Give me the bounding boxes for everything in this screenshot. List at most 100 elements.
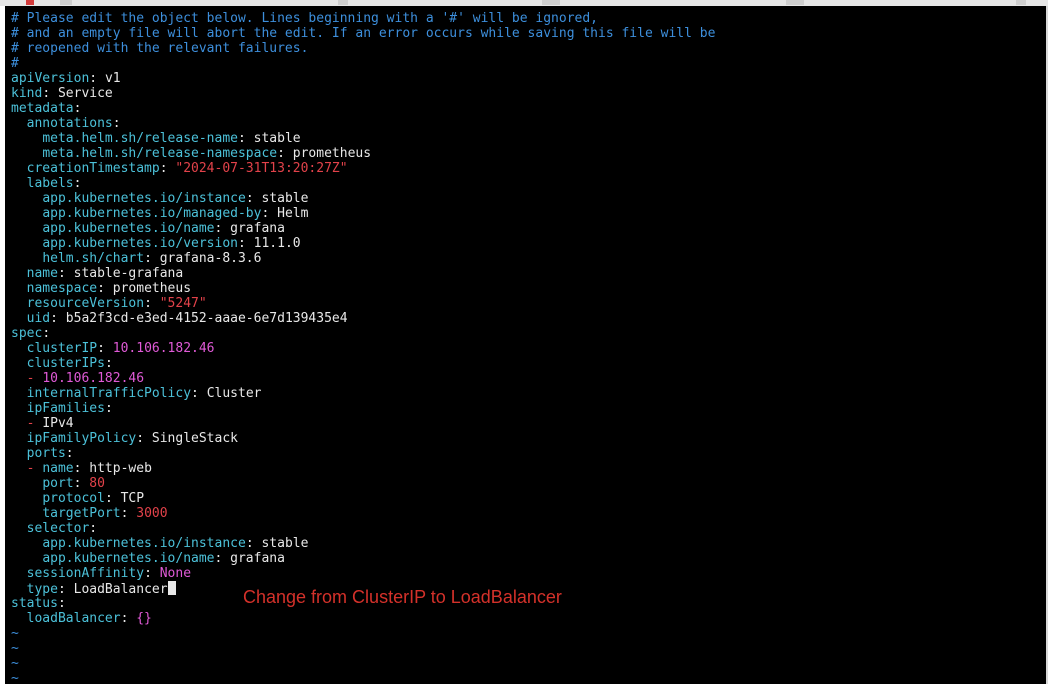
yaml-colon: : <box>214 551 223 566</box>
yaml-value: Cluster <box>206 386 262 401</box>
yaml-colon: : <box>112 116 121 131</box>
text-cursor <box>167 581 176 595</box>
yaml-key: app.kubernetes.io/version <box>42 236 238 251</box>
yaml-line: meta.helm.sh/release-namespace: promethe… <box>11 146 715 161</box>
tilde-marker: ~ <box>11 641 19 656</box>
list-dash: - <box>26 371 43 386</box>
yaml-colon: : <box>159 161 168 176</box>
yaml-value: SingleStack <box>151 431 238 446</box>
yaml-line: namespace: prometheus <box>11 281 715 296</box>
yaml-value: Helm <box>277 206 309 221</box>
yaml-colon: : <box>214 221 223 236</box>
yaml-colon: : <box>237 236 246 251</box>
yaml-colon: : <box>191 386 199 401</box>
yaml-line: app.kubernetes.io/managed-by: Helm <box>11 206 715 221</box>
empty-buffer-line: ~ <box>11 656 715 671</box>
yaml-key: clusterIPs <box>26 356 105 371</box>
tab-edge <box>542 0 560 5</box>
yaml-colon: : <box>73 476 82 491</box>
yaml-line: meta.helm.sh/release-name: stable <box>11 131 715 146</box>
vim-editor-buffer[interactable]: # Please edit the object below. Lines be… <box>11 11 715 684</box>
yaml-line: app.kubernetes.io/instance: stable <box>11 536 715 551</box>
yaml-key: app.kubernetes.io/instance <box>42 191 246 206</box>
yaml-key: namespace <box>26 281 98 296</box>
yaml-colon: : <box>144 566 152 581</box>
yaml-value: grafana-8.3.6 <box>159 251 262 266</box>
yaml-line: - 10.106.182.46 <box>11 371 715 386</box>
yaml-value: stable <box>261 191 309 206</box>
comment-line: # reopened with the relevant failures. <box>11 41 715 56</box>
empty-buffer-line: ~ <box>11 671 715 684</box>
yaml-colon: : <box>73 461 82 476</box>
empty-buffer-line: ~ <box>11 641 715 656</box>
yaml-value: grafana <box>230 221 285 236</box>
yaml-colon: : <box>120 506 129 521</box>
yaml-value: stable <box>261 536 309 551</box>
list-dash: - <box>26 416 43 431</box>
yaml-colon: : <box>73 101 82 116</box>
yaml-value: stable <box>253 131 301 146</box>
comment-line: # Please edit the object below. Lines be… <box>11 11 715 26</box>
yaml-line: app.kubernetes.io/instance: stable <box>11 191 715 206</box>
tab-edge <box>786 0 804 5</box>
yaml-line: ipFamilies: <box>11 401 715 416</box>
yaml-colon: : <box>261 206 270 221</box>
yaml-key: meta.helm.sh/release-namespace <box>42 146 278 161</box>
yaml-colon: : <box>104 491 113 506</box>
yaml-colon: : <box>89 71 98 86</box>
yaml-line: clusterIPs: <box>11 356 715 371</box>
yaml-line: sessionAffinity: None <box>11 566 715 581</box>
tab-edge <box>338 0 348 5</box>
yaml-value: 3000 <box>136 506 168 521</box>
yaml-value: prometheus <box>292 146 372 161</box>
yaml-key: name <box>42 461 74 476</box>
yaml-value: Service <box>57 86 113 101</box>
tilde-marker: ~ <box>11 626 19 641</box>
yaml-colon: : <box>50 311 58 326</box>
yaml-colon: : <box>144 251 152 266</box>
yaml-line: apiVersion: v1 <box>11 71 715 86</box>
yaml-value: "2024-07-31T13:20:27Z" <box>175 161 348 176</box>
yaml-line: loadBalancer: {} <box>11 611 715 626</box>
yaml-key: meta.helm.sh/release-name <box>42 131 238 146</box>
yaml-key: labels <box>26 176 74 191</box>
yaml-line: - name: http-web <box>11 461 715 476</box>
tilde-marker: ~ <box>11 656 19 671</box>
yaml-key: annotations <box>26 116 113 131</box>
comment-line: # <box>11 56 715 71</box>
yaml-colon: : <box>89 521 98 536</box>
yaml-key: ports <box>26 446 66 461</box>
yaml-key: app.kubernetes.io/name <box>42 551 215 566</box>
comment-text: # <box>11 56 19 71</box>
yaml-colon: : <box>57 582 66 597</box>
yaml-key: creationTimestamp <box>26 161 160 176</box>
comment-text: # reopened with the relevant failures. <box>11 41 309 56</box>
yaml-colon: : <box>245 536 254 551</box>
yaml-value: None <box>159 566 192 581</box>
yaml-key: metadata <box>11 101 74 116</box>
yaml-value: 10.106.182.46 <box>112 341 215 356</box>
comment-text: # Please edit the object below. Lines be… <box>11 11 598 26</box>
yaml-key: status <box>11 596 58 611</box>
yaml-colon: : <box>42 86 51 101</box>
yaml-line: app.kubernetes.io/name: grafana <box>11 221 715 236</box>
terminal-window[interactable]: # Please edit the object below. Lines be… <box>5 6 1046 684</box>
annotation-callout: Change from ClusterIP to LoadBalancer <box>243 587 562 607</box>
yaml-key: port <box>42 476 74 491</box>
list-dash: - <box>26 461 43 476</box>
tab-indicator-icon <box>26 0 34 5</box>
yaml-key: apiVersion <box>11 71 90 86</box>
comment-line: # and an empty file will abort the edit.… <box>11 26 715 41</box>
yaml-colon: : <box>120 611 129 626</box>
yaml-key: type <box>26 582 58 597</box>
tab-edge <box>60 0 72 5</box>
yaml-line: annotations: <box>11 116 715 131</box>
yaml-colon: : <box>237 131 246 146</box>
yaml-value: LoadBalancer <box>73 582 168 597</box>
yaml-key: uid <box>26 311 51 326</box>
yaml-line: kind: Service <box>11 86 715 101</box>
yaml-line: protocol: TCP <box>11 491 715 506</box>
yaml-line: ports: <box>11 446 715 461</box>
yaml-colon: : <box>65 446 74 461</box>
yaml-key: ipFamilyPolicy <box>26 431 137 446</box>
